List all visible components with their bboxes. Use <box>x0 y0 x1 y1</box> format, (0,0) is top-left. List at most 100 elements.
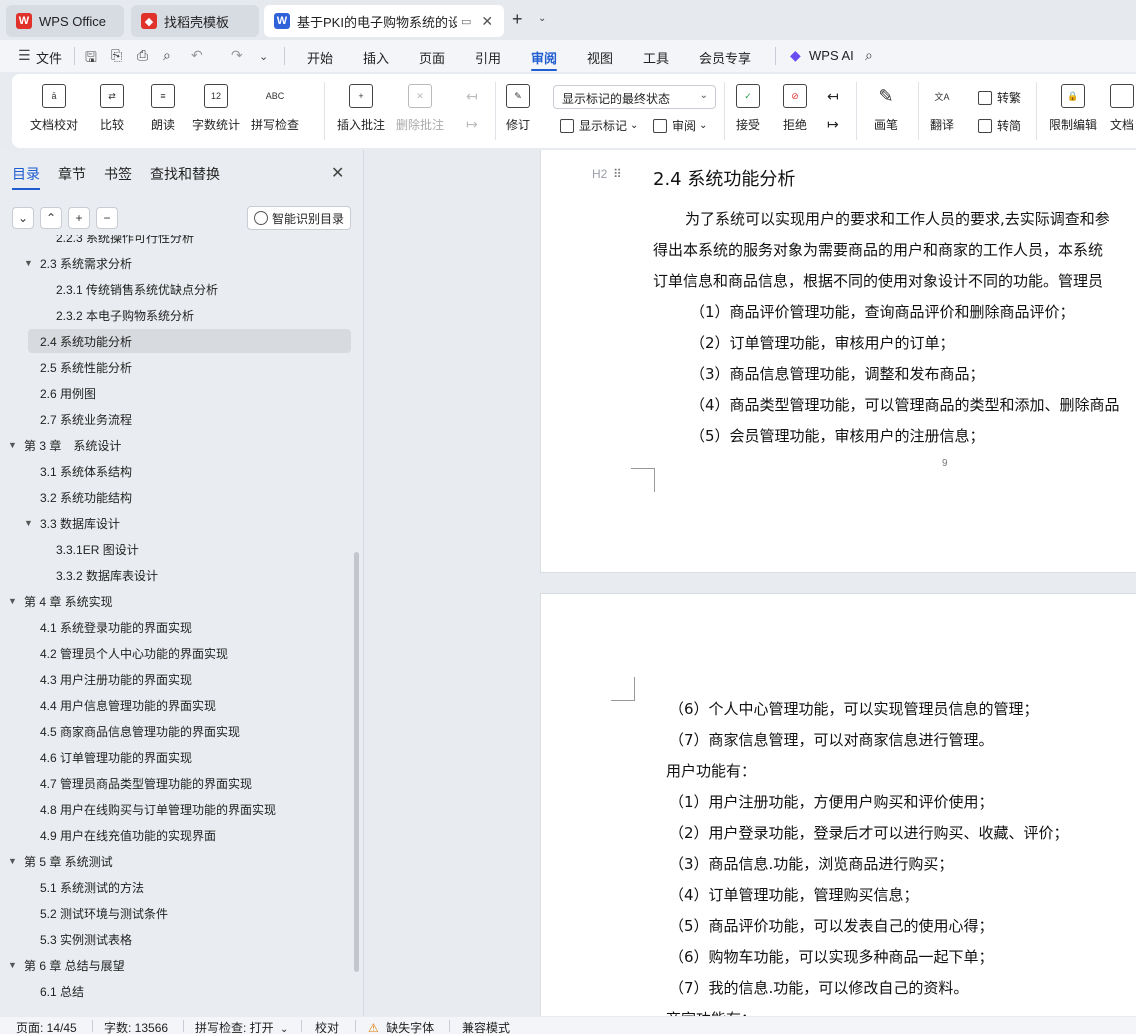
menu-member[interactable]: 会员专享 <box>699 48 751 67</box>
close-panel-icon[interactable]: ✕ <box>331 163 344 183</box>
toc-item[interactable]: 4.9 用户在线充值功能的实现界面 <box>40 823 216 847</box>
menu-view[interactable]: 视图 <box>587 48 613 67</box>
save-icon[interactable]: 🖫 <box>85 47 97 71</box>
toc-item[interactable]: 2.3.1 传统销售系统优缺点分析 <box>56 277 218 301</box>
menu-wps-ai[interactable]: WPS AI <box>809 48 854 63</box>
markup-state-select[interactable]: 显示标记的最终状态 ⌄ <box>553 85 716 109</box>
hamburger-icon[interactable]: ☰ <box>18 47 31 64</box>
next-change-icon[interactable]: ↦ <box>827 116 839 133</box>
toc-item[interactable]: ▼ 第 4 章 系统实现 <box>8 589 113 613</box>
search-icon[interactable]: ⌕ <box>865 47 873 64</box>
nav-tab-bookmarks[interactable]: 书签 <box>104 164 132 184</box>
toc-item[interactable]: 3.3.2 数据库表设计 <box>56 563 158 587</box>
doc-auth-button[interactable]: 文档 <box>1110 84 1134 133</box>
translate-button[interactable]: 文A 翻译 <box>930 84 954 133</box>
remove-heading-button[interactable]: − <box>96 207 118 229</box>
collapse-up-button[interactable]: ⌃ <box>40 207 62 229</box>
nav-tab-sections[interactable]: 章节 <box>58 164 86 184</box>
more-chevron-icon[interactable]: ⌄ <box>259 50 268 63</box>
redo-icon[interactable]: ↷ <box>231 47 243 64</box>
toc-item[interactable]: 3.3.1ER 图设计 <box>56 537 139 561</box>
share-icon[interactable]: ⎘ <box>111 47 122 64</box>
toc-item[interactable]: ▼ 第 5 章 系统测试 <box>8 849 113 873</box>
read-aloud-button[interactable]: ≡ 朗读 <box>151 84 175 133</box>
prev-comment-icon[interactable]: ↤ <box>466 88 478 105</box>
spell-check-button[interactable]: ABC 拼写检查 <box>251 84 299 133</box>
smart-toc-button[interactable]: 智能识别目录 <box>247 206 351 230</box>
toc-item[interactable]: 4.5 商家商品信息管理功能的界面实现 <box>40 719 240 743</box>
add-heading-button[interactable]: + <box>68 207 90 229</box>
next-comment-icon[interactable]: ↦ <box>466 116 478 133</box>
toc-item[interactable]: 5.1 系统测试的方法 <box>40 875 144 899</box>
delete-comment-button[interactable]: ✕ 删除批注 <box>396 84 444 133</box>
toc-item[interactable]: ▼ 第 6 章 总结与展望 <box>8 953 125 977</box>
print-icon[interactable]: ⎙ <box>137 47 148 64</box>
word-count-indicator[interactable]: 字数: 13566 <box>104 1019 168 1034</box>
expand-down-button[interactable]: ⌄ <box>12 207 34 229</box>
doc-check-button[interactable]: ā 文档校对 <box>30 84 78 133</box>
toc-item[interactable]: 4.8 用户在线购买与订单管理功能的界面实现 <box>40 797 276 821</box>
nav-tab-find-replace[interactable]: 查找和替换 <box>150 164 220 184</box>
toc-item[interactable]: 4.3 用户注册功能的界面实现 <box>40 667 192 691</box>
undo-icon[interactable]: ↶ <box>191 47 203 64</box>
missing-font-status[interactable]: ⚠ 缺失字体 <box>368 1019 434 1034</box>
proof-status[interactable]: 校对 <box>315 1019 339 1034</box>
tab-wps-office[interactable]: W WPS Office <box>6 5 124 37</box>
insert-comment-button[interactable]: + 插入批注 <box>337 84 385 133</box>
toc-item[interactable]: 3.1 系统体系结构 <box>40 459 132 483</box>
collapse-arrow-icon[interactable]: ▼ <box>8 596 17 606</box>
toc-item[interactable]: 2.6 用例图 <box>40 381 96 405</box>
collapse-arrow-icon[interactable]: ▼ <box>8 960 17 970</box>
menu-file[interactable]: 文件 <box>36 48 62 67</box>
spell-check-status[interactable]: 拼写检查: 打开 ⌄ <box>195 1019 288 1034</box>
to-traditional-button[interactable]: 转繁 <box>978 89 1021 106</box>
wps-ai-icon[interactable]: ◆ <box>790 47 801 64</box>
word-count-button[interactable]: 12 字数统计 <box>192 84 240 133</box>
toc-item[interactable]: 2.2.3 系统操作可行性分析 <box>56 235 194 249</box>
collapse-arrow-icon[interactable]: ▼ <box>24 258 33 268</box>
toc-item[interactable]: 5.3 实例测试表格 <box>40 927 132 951</box>
chevron-down-icon[interactable]: ⌄ <box>538 13 546 24</box>
menu-reference[interactable]: 引用 <box>475 48 501 67</box>
tab-document[interactable]: W 基于PKI的电子购物系统的设计 ▭ ✕ <box>264 5 504 37</box>
review-pane-button[interactable]: 审阅 ⌄ <box>653 117 707 134</box>
toc-item[interactable]: ▼ 3.3 数据库设计 <box>24 511 120 535</box>
show-markup-button[interactable]: 显示标记 ⌄ <box>560 117 638 134</box>
collapse-arrow-icon[interactable]: ▼ <box>8 856 17 866</box>
brush-button[interactable]: ✎ 画笔 <box>874 84 898 133</box>
drag-handle-icon[interactable]: ⠿ <box>613 167 622 181</box>
tab-template[interactable]: ◆ 找稻壳模板 <box>131 5 259 37</box>
new-tab-button[interactable]: + <box>512 9 523 30</box>
print-preview-icon[interactable]: ⌕ <box>163 47 171 64</box>
nav-tab-toc[interactable]: 目录 <box>12 164 40 184</box>
collapse-arrow-icon[interactable]: ▼ <box>24 518 33 528</box>
restrict-edit-button[interactable]: 🔒 限制编辑 <box>1049 84 1097 133</box>
toc-item[interactable]: 4.6 订单管理功能的界面实现 <box>40 745 192 769</box>
menu-page[interactable]: 页面 <box>419 48 445 67</box>
toc-item[interactable]: 5.2 测试环境与测试条件 <box>40 901 168 925</box>
toc-item[interactable]: 2.5 系统性能分析 <box>40 355 132 379</box>
toc-item[interactable]: 4.1 系统登录功能的界面实现 <box>40 615 192 639</box>
toc-item[interactable]: 3.2 系统功能结构 <box>40 485 132 509</box>
toc-item[interactable]: 2.4 系统功能分析 <box>28 329 351 353</box>
toc-item[interactable]: 2.7 系统业务流程 <box>40 407 132 431</box>
to-simplified-button[interactable]: 转简 <box>978 117 1021 134</box>
toc-item[interactable]: 4.2 管理员个人中心功能的界面实现 <box>40 641 228 665</box>
menu-insert[interactable]: 插入 <box>363 48 389 67</box>
toc-item[interactable]: 6.1 总结 <box>40 979 84 1003</box>
reject-button[interactable]: ⊘ 拒绝 <box>783 84 807 133</box>
revise-button[interactable]: ✎ 修订 <box>506 84 530 133</box>
toc-item[interactable]: 4.4 用户信息管理功能的界面实现 <box>40 693 216 717</box>
close-tab-icon[interactable]: ✕ <box>481 13 493 30</box>
prev-change-icon[interactable]: ↤ <box>827 88 839 105</box>
page-indicator[interactable]: 页面: 14/45 <box>16 1019 77 1034</box>
toc-item[interactable]: ▼ 2.3 系统需求分析 <box>24 251 132 275</box>
compare-button[interactable]: ⇄ 比较 <box>100 84 124 133</box>
menu-home[interactable]: 开始 <box>307 48 333 67</box>
toc-item[interactable]: ▼ 第 3 章 系统设计 <box>8 433 121 457</box>
toc-item[interactable]: 2.3.2 本电子购物系统分析 <box>56 303 194 327</box>
accept-button[interactable]: ✓ 接受 <box>736 84 760 133</box>
toc-item[interactable]: 4.7 管理员商品类型管理功能的界面实现 <box>40 771 252 795</box>
collapse-arrow-icon[interactable]: ▼ <box>8 440 17 450</box>
menu-tools[interactable]: 工具 <box>643 48 669 67</box>
